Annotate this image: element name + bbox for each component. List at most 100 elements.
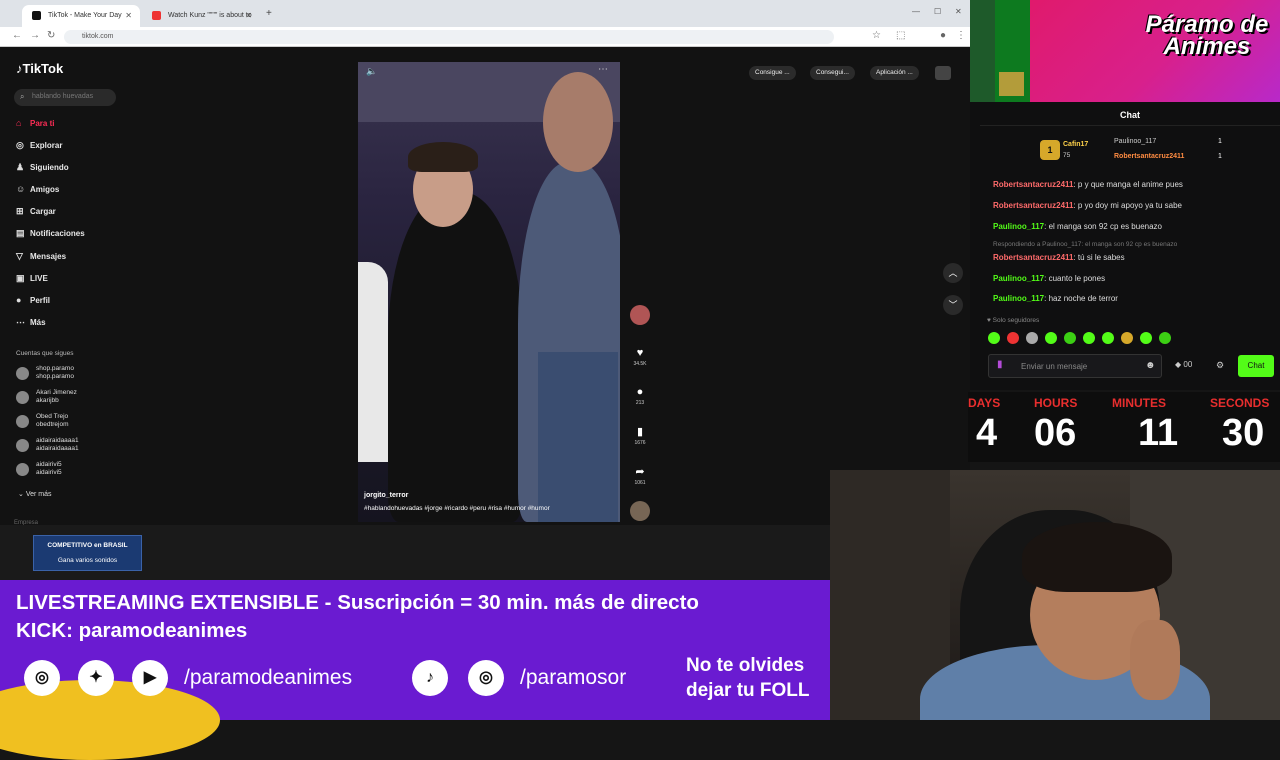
comment-button[interactable]: ● 213 (630, 386, 650, 406)
previous-video-button[interactable]: ︿ (943, 263, 963, 283)
webcam-feed (830, 470, 1280, 720)
user-avatar-icon[interactable] (935, 66, 951, 80)
emote-icon[interactable] (1045, 332, 1057, 344)
get-app-button[interactable]: Consegui... (810, 66, 855, 80)
sound-disc[interactable] (630, 501, 650, 521)
video-person-left (388, 192, 523, 522)
twitter-icon: ✦ (78, 660, 114, 696)
emote-icon[interactable] (1007, 332, 1019, 344)
hours-value: 06 (1034, 412, 1077, 454)
chat-input[interactable]: ▮ Enviar un mensaje ☻ (988, 354, 1162, 378)
tab-watch[interactable]: Watch Kunz """" is about to ✕ (142, 5, 260, 27)
emote-icon[interactable] (988, 332, 1000, 344)
emote-icon[interactable] (1159, 332, 1171, 344)
overlay-strip: COMPETITIVO en BRASIL Gana varios sonido… (0, 525, 830, 581)
emote-icon[interactable] (1102, 332, 1114, 344)
account-item[interactable]: aidairaidaaaa1 aidairaidaaaa1 (16, 437, 106, 461)
video-hashtags[interactable]: #hablandohuevadas #jorge #ricardo #peru … (364, 505, 550, 512)
account-item[interactable]: aidairivi5 aidairivi5 (16, 461, 106, 485)
volume-icon[interactable]: 🔈 (366, 66, 377, 77)
chevron-down-icon: ⌄ (18, 491, 26, 498)
new-tab-button[interactable]: + (266, 8, 272, 19)
tiktok-favicon-icon (32, 11, 41, 20)
emote-icon[interactable] (1121, 332, 1133, 344)
promo-banner: LIVESTREAMING EXTENSIBLE - Suscripción =… (0, 580, 830, 760)
leader-points: 75 (1063, 152, 1071, 159)
close-tab-icon[interactable]: ✕ (245, 11, 252, 20)
users-icon: ♟ (16, 162, 25, 172)
tiktok-logo[interactable]: ♪TikTok (16, 61, 63, 76)
nav-mas[interactable]: ⋯ Más (16, 317, 46, 337)
chat-message: Paulinoo_117: el manga son 92 cp es buen… (993, 222, 1162, 231)
days-value: 4 (976, 412, 998, 454)
save-button[interactable]: ▮ 1676 (630, 425, 650, 446)
forward-icon[interactable]: → (30, 30, 40, 41)
like-button[interactable]: ♥ 34.5K (630, 347, 650, 367)
top-user[interactable]: Robertsantacruz2411 (1114, 153, 1184, 160)
next-video-button[interactable]: ﹀ (943, 295, 963, 315)
leader-name[interactable]: Cafin17 (1063, 141, 1088, 148)
get-coins-button[interactable]: Consigue ... (749, 66, 796, 80)
search-input[interactable]: ⌕ hablando huevadas (14, 89, 116, 106)
nav-notificaciones[interactable]: ▤ Notificaciones (16, 228, 85, 248)
url-field[interactable]: tiktok.com (64, 30, 834, 44)
chat-message: Robertsantacruz2411: p y que manga el an… (993, 180, 1183, 189)
emote-icon[interactable] (1026, 332, 1038, 344)
tiktok-icon: ♪ (412, 660, 448, 696)
back-icon[interactable]: ← (12, 30, 22, 41)
app-button[interactable]: Aplicación ... (870, 66, 919, 80)
nav-para-ti[interactable]: ⌂ Para ti (16, 118, 54, 138)
chat-reply-indicator: Respondiendo a Paulinoo_117: el manga so… (993, 241, 1178, 248)
extensions-icon[interactable]: ⬚ (896, 30, 905, 41)
nav-amigos[interactable]: ☺ Amigos (16, 184, 59, 204)
star-icon[interactable]: ☆ (872, 30, 881, 41)
account-item[interactable]: Akari Jimenez akarijbb (16, 389, 106, 413)
close-window-icon[interactable]: ✕ (955, 7, 962, 16)
handle-paramosor: /paramosor (520, 666, 627, 689)
close-tab-icon[interactable]: ✕ (125, 11, 132, 20)
profile-avatar-icon[interactable]: ● (940, 30, 946, 41)
creator-avatar[interactable] (630, 305, 650, 325)
emote-icon[interactable] (1083, 332, 1095, 344)
reload-icon[interactable]: ↻ (47, 30, 55, 41)
more-options-icon[interactable]: ⋯ (598, 64, 608, 75)
account-item[interactable]: Obed Trejo obedtrejom (16, 413, 106, 437)
emote-row (988, 332, 1173, 346)
chat-message: Paulinoo_117: cuanto le pones (993, 274, 1106, 283)
nav-mensajes[interactable]: ▽ Mensajes (16, 251, 66, 271)
top-user-val: 1 (1218, 153, 1222, 160)
minimize-icon[interactable]: — (912, 7, 920, 16)
chat-message: Robertsantacruz2411: p yo doy mi apoyo y… (993, 201, 1182, 210)
see-more-link[interactable]: ⌄ Ver más (18, 490, 52, 498)
emote-icon[interactable] (1064, 332, 1076, 344)
share-button[interactable]: ➦ 1061 (630, 465, 650, 486)
chevron-up-icon: ︿ (948, 268, 958, 278)
competitive-banner: COMPETITIVO en BRASIL Gana varios sonido… (33, 535, 142, 571)
chevron-down-icon: ﹀ (948, 300, 958, 310)
home-icon: ⌂ (16, 118, 22, 128)
menu-kebab-icon[interactable]: ⋮ (956, 30, 966, 41)
tab-tiktok[interactable]: TikTok - Make Your Day ✕ (22, 5, 140, 27)
emoji-icon[interactable]: ☻ (1145, 360, 1156, 371)
badge-icon (999, 72, 1024, 96)
promo-line2: KICK: paramodeanimes (16, 619, 248, 642)
settings-icon[interactable]: ⚙ (1216, 360, 1224, 371)
video-author[interactable]: jorgito_terror (364, 492, 408, 499)
send-chat-button[interactable]: Chat (1238, 355, 1274, 377)
seconds-label: SECONDS (1210, 396, 1270, 410)
nav-perfil[interactable]: ● Perfil (16, 295, 50, 315)
nav-explorar[interactable]: ◎ Explorar (16, 140, 62, 160)
days-label: DAYS (968, 396, 1001, 410)
top-user[interactable]: Paulinoo_117 (1114, 138, 1156, 145)
nav-cargar[interactable]: ⊞ Cargar (16, 206, 56, 226)
nav-siguiendo[interactable]: ♟ Siguiendo (16, 162, 69, 182)
account-item[interactable]: shop.paramo shop.paramo (16, 365, 106, 389)
maximize-icon[interactable]: ☐ (934, 7, 941, 16)
channel-points[interactable]: ◆ 00 (1175, 360, 1192, 369)
chat-message: Robertsantacruz2411: tú si le sabes (993, 253, 1125, 262)
video-player[interactable]: 🔈 ⋯ jorgito_terror #hablandohuevadas #jo… (358, 62, 620, 522)
seconds-value: 30 (1222, 412, 1265, 454)
nav-live[interactable]: ▣ LIVE (16, 273, 48, 293)
leader-badge: 1 (1040, 140, 1060, 160)
emote-icon[interactable] (1140, 332, 1152, 344)
